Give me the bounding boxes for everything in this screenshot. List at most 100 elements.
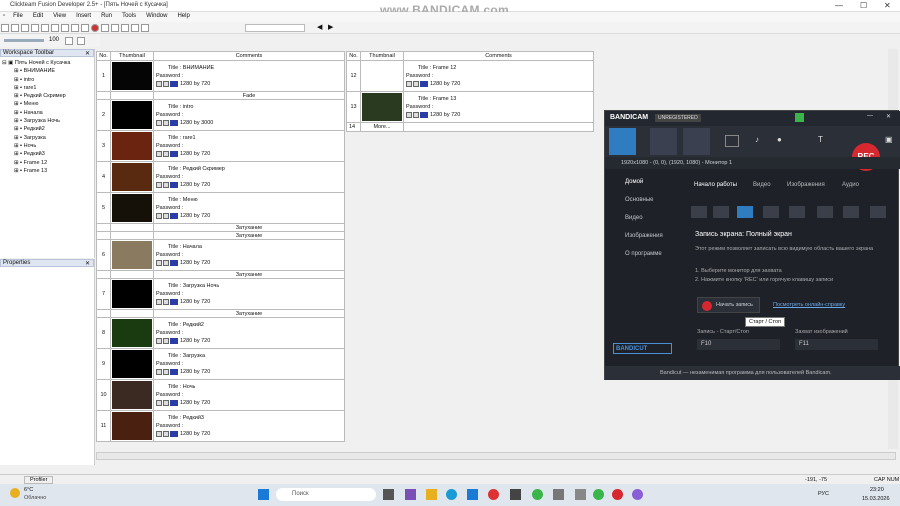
tree-item[interactable]: ⊞ ▪ rare1 <box>2 84 92 92</box>
store-icon[interactable] <box>467 489 478 500</box>
frame-password[interactable]: Password : <box>156 422 342 430</box>
frame-password[interactable]: Password : <box>156 111 342 119</box>
device-icon[interactable] <box>817 206 833 218</box>
transition-row[interactable]: Затухание <box>96 270 345 279</box>
table-row[interactable]: 7 Title : Загрузка Ночь Password :1280 by … <box>96 278 345 310</box>
app4-icon[interactable] <box>553 489 564 500</box>
frame-title[interactable]: Title : Frame 12 <box>406 64 591 72</box>
settings-icon[interactable] <box>156 119 162 126</box>
frame-thumbnail[interactable] <box>112 62 152 90</box>
start-record-button[interactable]: Начать запись <box>697 297 760 313</box>
table-row[interactable]: 10 Title : Ночь Password :1280 by 720 <box>96 379 345 411</box>
frame-title[interactable]: Title : rare1 <box>156 134 342 142</box>
transition-row[interactable]: Затухание <box>96 223 345 232</box>
menu-edit[interactable]: Edit <box>28 12 48 20</box>
tree-item[interactable]: ⊞ ▪ Frame 13 <box>2 167 92 175</box>
start-icon[interactable] <box>258 489 269 500</box>
nav-about[interactable]: О программе <box>605 245 685 263</box>
bandicam-task-icon[interactable] <box>612 489 623 500</box>
menu-view[interactable]: View <box>48 12 71 20</box>
grid-icon[interactable] <box>141 24 149 32</box>
transition-row[interactable]: Затухание <box>96 309 345 318</box>
frame-password[interactable]: Password : <box>156 251 342 259</box>
cut-icon[interactable] <box>31 24 39 32</box>
tree-item[interactable]: ⊞ ▪ ВНИМАНИЕ <box>2 67 92 75</box>
lock-icon[interactable] <box>163 150 169 157</box>
frame-title[interactable]: Title : Редкий Скример <box>156 165 342 173</box>
screen-mode-icon[interactable] <box>609 128 636 155</box>
copy-icon[interactable] <box>41 24 49 32</box>
frame-editor-icon[interactable] <box>121 24 129 32</box>
table-row[interactable]: 13 Title : Frame 13 Password :1280 by 720 <box>346 91 594 123</box>
frame-title[interactable]: Title : Frame 13 <box>406 95 591 103</box>
yandex-icon[interactable] <box>488 489 499 500</box>
language-indicator[interactable]: РУС <box>818 491 829 497</box>
game-mode-icon[interactable] <box>650 128 677 155</box>
lock-icon[interactable] <box>163 80 169 87</box>
app5-icon[interactable] <box>575 489 586 500</box>
open-icon[interactable] <box>11 24 19 32</box>
webcam-icon[interactable] <box>725 135 739 147</box>
settings-icon[interactable] <box>156 150 162 157</box>
back-icon[interactable] <box>691 206 707 218</box>
tab-audio[interactable]: Аудио <box>842 182 859 188</box>
nav-home[interactable]: Домой <box>605 173 685 191</box>
edge-icon[interactable] <box>446 489 457 500</box>
tree-item[interactable]: ⊞ ▪ Меню <box>2 100 92 108</box>
frame-thumbnail[interactable] <box>112 163 152 191</box>
frame-password[interactable]: Password : <box>156 360 342 368</box>
menu-run[interactable]: Run <box>96 12 117 20</box>
menu-file[interactable]: File <box>8 12 28 20</box>
next-arrow-icon[interactable]: ▶ <box>328 23 333 31</box>
transition-row[interactable]: Fade <box>96 91 345 100</box>
layout-icon[interactable] <box>65 37 73 45</box>
lock-icon[interactable] <box>163 259 169 266</box>
redo-icon[interactable] <box>71 24 79 32</box>
table-row[interactable]: 4 Title : Редкий Скример Password :1280 by… <box>96 161 345 193</box>
frame-password[interactable]: Password : <box>156 72 342 80</box>
settings-icon[interactable] <box>156 80 162 87</box>
close-icon[interactable]: ✕ <box>884 1 891 10</box>
table-row[interactable]: 1 Title : ВНИМАНИЕ Password :1280 by 720 <box>96 60 345 92</box>
audio-only-icon[interactable] <box>870 206 886 218</box>
help-icon[interactable] <box>81 24 89 32</box>
tree-item[interactable]: ⊞ ▪ intro <box>2 76 92 84</box>
bandicam-footer[interactable]: Bandicut — незаменимая программа для пол… <box>605 366 900 380</box>
device-mode-icon[interactable] <box>683 128 710 155</box>
tree-item[interactable]: ⊞ ▪ Frame 12 <box>2 159 92 167</box>
frame-thumbnail[interactable] <box>112 412 152 440</box>
minimize-icon[interactable]: — <box>867 113 873 119</box>
table-row[interactable]: 14 More... <box>346 122 594 132</box>
event-editor-icon[interactable] <box>131 24 139 32</box>
nav-video[interactable]: Видео <box>605 209 685 227</box>
frame-title[interactable]: Title : ВНИМАНИЕ <box>156 64 342 72</box>
frame-thumbnail[interactable] <box>112 350 152 378</box>
tree-item[interactable]: ⊞ ▪ Загрузка Ночь <box>2 117 92 125</box>
stop-icon[interactable] <box>91 24 99 32</box>
frame-selector[interactable] <box>245 24 305 32</box>
hotkey-record-field[interactable]: F10 <box>697 339 780 350</box>
app3-icon[interactable] <box>532 489 543 500</box>
frame-title[interactable]: Title : Редкий2 <box>156 321 342 329</box>
online-help-link[interactable]: Посмотреть онлайн-справку <box>773 302 845 308</box>
camera-icon[interactable]: ▣ <box>885 135 893 144</box>
settings-icon[interactable] <box>156 399 162 406</box>
frame-password[interactable]: Password : <box>156 204 342 212</box>
fullscreen-icon[interactable] <box>737 206 753 218</box>
app-icon[interactable] <box>405 489 416 500</box>
settings-icon[interactable] <box>156 298 162 305</box>
frame-title[interactable]: Title : Редкий3 <box>156 414 342 422</box>
app2-icon[interactable] <box>510 489 521 500</box>
settings-icon[interactable] <box>156 368 162 375</box>
table-row[interactable]: 3 Title : rare1 Password :1280 by 720 <box>96 130 345 162</box>
table-row[interactable]: 11 Title : Редкий3 Password :1280 by 720 <box>96 410 345 442</box>
tab-images[interactable]: Изображения <box>787 182 825 188</box>
frame-thumbnail[interactable] <box>362 93 402 121</box>
table-row[interactable]: 8 Title : Редкий2 Password :1280 by 720 <box>96 317 345 349</box>
lock-icon[interactable] <box>795 113 804 122</box>
search-box[interactable]: Поиск <box>276 488 376 501</box>
tree-item[interactable]: ⊞ ▪ Редкий2 <box>2 125 92 133</box>
profiler-tab[interactable]: Profiler <box>24 476 54 484</box>
frame-title[interactable]: Title : Загрузка <box>156 352 342 360</box>
task-view-icon[interactable] <box>383 489 394 500</box>
